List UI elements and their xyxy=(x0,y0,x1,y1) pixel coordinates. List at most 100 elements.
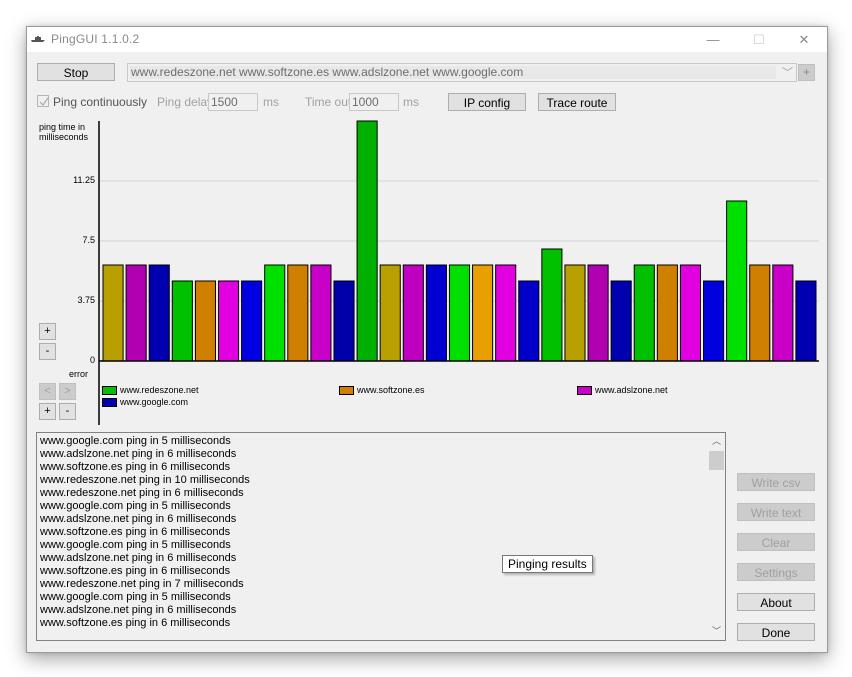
chart-bar xyxy=(194,280,216,362)
ping-results-log[interactable]: www.google.com ping in 5 milliseconds www… xyxy=(36,432,726,641)
chart-bar xyxy=(749,264,771,362)
ping-continuously-label: Ping continuously xyxy=(53,95,148,109)
about-button[interactable]: About xyxy=(737,593,815,611)
legend-swatch xyxy=(339,386,354,396)
maximize-button[interactable]: ☐ xyxy=(736,27,782,52)
legend-item-google: www.google.com xyxy=(102,397,189,408)
y-tick-label: 0 xyxy=(89,355,95,365)
checkmark-icon xyxy=(39,97,49,106)
chart-bar xyxy=(402,264,424,362)
chart-bar xyxy=(148,264,170,362)
write-csv-button[interactable]: Write csv xyxy=(737,473,815,491)
chart-bar xyxy=(356,120,378,362)
settings-button[interactable]: Settings xyxy=(737,563,815,581)
log-lines: www.google.com ping in 5 milliseconds www… xyxy=(40,435,250,630)
chart-bar xyxy=(518,280,540,362)
ping-continuously-checkbox[interactable] xyxy=(37,95,49,107)
legend-swatch xyxy=(577,386,592,396)
ip-config-button[interactable]: IP config xyxy=(448,93,526,111)
scroll-thumb[interactable] xyxy=(709,451,724,470)
legend-label: www.adslzone.net xyxy=(595,385,668,395)
hosts-combobox[interactable]: www.redeszone.net www.softzone.es www.ad… xyxy=(127,63,797,82)
chart-bar xyxy=(656,264,678,362)
scroll-down-arrow-icon[interactable]: ﹀ xyxy=(708,623,725,640)
pinging-results-tooltip: Pinging results xyxy=(502,555,593,573)
legend-swatch xyxy=(102,386,117,396)
log-line: www.adslzone.net ping in 6 milliseconds xyxy=(40,513,237,525)
chevron-down-icon[interactable]: ﹀ xyxy=(782,64,793,80)
chart-bar xyxy=(287,264,309,362)
legend-swatch xyxy=(102,398,117,408)
log-line: www.softzone.es ping in 6 milliseconds xyxy=(40,565,231,577)
chart-bar xyxy=(333,280,355,362)
ship-icon xyxy=(31,36,45,42)
y-tick-label: 7.5 xyxy=(82,235,95,245)
log-line: www.adslzone.net ping in 6 milliseconds xyxy=(40,448,237,460)
chart-bar xyxy=(472,264,494,362)
chart-bar xyxy=(241,280,263,362)
error-label: error xyxy=(69,369,89,379)
done-button[interactable]: Done xyxy=(737,623,815,641)
chart-bar xyxy=(703,280,725,362)
log-line: www.softzone.es ping in 6 milliseconds xyxy=(40,526,231,538)
chart-bar xyxy=(171,280,193,362)
hosts-value: www.redeszone.net www.softzone.es www.ad… xyxy=(131,65,524,79)
chart-bar xyxy=(541,248,563,362)
close-button[interactable]: ✕ xyxy=(781,27,827,52)
chart-bar xyxy=(495,264,517,362)
y-tick-label: 3.75 xyxy=(77,295,95,305)
log-line: www.google.com ping in 5 milliseconds xyxy=(40,539,231,551)
log-scrollbar[interactable]: ︿ ﹀ xyxy=(708,433,725,640)
legend-item-redeszone: www.redeszone.net xyxy=(102,385,199,396)
zoom-out-x-button[interactable]: - xyxy=(59,403,76,420)
chart-bar xyxy=(679,264,702,362)
minimize-button[interactable]: — xyxy=(690,27,736,52)
legend-label: www.google.com xyxy=(120,397,189,407)
log-line: www.adslzone.net ping in 6 milliseconds xyxy=(40,552,237,564)
chart-bar xyxy=(772,264,794,362)
zoom-in-y-button[interactable]: + xyxy=(39,323,56,340)
ping-delay-input[interactable]: 1500 xyxy=(208,93,258,111)
stop-button[interactable]: Stop xyxy=(37,63,115,81)
chart-bar xyxy=(587,264,609,362)
log-line: www.redeszone.net ping in 7 milliseconds xyxy=(40,578,244,590)
title-bar: PingGUI 1.1.0.2 — ☐ ✕ xyxy=(27,27,827,52)
log-line: www.redeszone.net ping in 6 milliseconds xyxy=(40,487,244,499)
log-line: www.google.com ping in 5 milliseconds xyxy=(40,435,231,447)
log-line: www.google.com ping in 5 milliseconds xyxy=(40,591,231,603)
log-line: www.google.com ping in 5 milliseconds xyxy=(40,500,231,512)
zoom-out-y-button[interactable]: - xyxy=(39,343,56,360)
trace-route-button[interactable]: Trace route xyxy=(538,93,616,111)
add-host-button[interactable]: + xyxy=(798,64,815,81)
ping-chart: ping time in milliseconds 0 3.75 7.5 11.25 … xyxy=(27,117,827,427)
legend-label: www.softzone.es xyxy=(357,385,425,395)
scroll-up-arrow-icon[interactable]: ︿ xyxy=(708,433,725,450)
timeout-input[interactable]: 1000 xyxy=(349,93,399,111)
chart-bar xyxy=(726,200,748,362)
legend-item-softzone: www.softzone.es xyxy=(339,385,425,396)
window-title: PingGUI 1.1.0.2 xyxy=(51,32,140,46)
ping-delay-unit: ms xyxy=(263,95,279,109)
log-line: www.adslzone.net ping in 6 milliseconds xyxy=(40,604,237,616)
write-text-button[interactable]: Write text xyxy=(737,503,815,521)
chart-bar xyxy=(795,280,817,362)
zoom-in-x-button[interactable]: + xyxy=(39,403,56,420)
y-tick-label: 11.25 xyxy=(73,175,95,185)
legend-item-adslzone: www.adslzone.net xyxy=(577,385,668,396)
chart-bar xyxy=(264,264,286,362)
timeout-unit: ms xyxy=(403,95,419,109)
clear-button[interactable]: Clear xyxy=(737,533,815,551)
chart-bar xyxy=(102,264,124,362)
chart-bar xyxy=(310,264,332,362)
chart-bar xyxy=(125,264,147,362)
chart-bar xyxy=(610,280,632,362)
scroll-left-button[interactable]: < xyxy=(39,383,56,400)
legend-label: www.redeszone.net xyxy=(120,385,199,395)
ping-delay-label: Ping delay xyxy=(157,95,214,109)
log-line: www.redeszone.net ping in 10 millisecond… xyxy=(40,474,250,486)
chart-bar xyxy=(564,264,586,362)
scroll-right-button[interactable]: > xyxy=(59,383,76,400)
chart-bar xyxy=(217,280,240,362)
log-line: www.softzone.es ping in 6 milliseconds xyxy=(40,617,231,629)
log-line: www.softzone.es ping in 6 milliseconds xyxy=(40,461,231,473)
